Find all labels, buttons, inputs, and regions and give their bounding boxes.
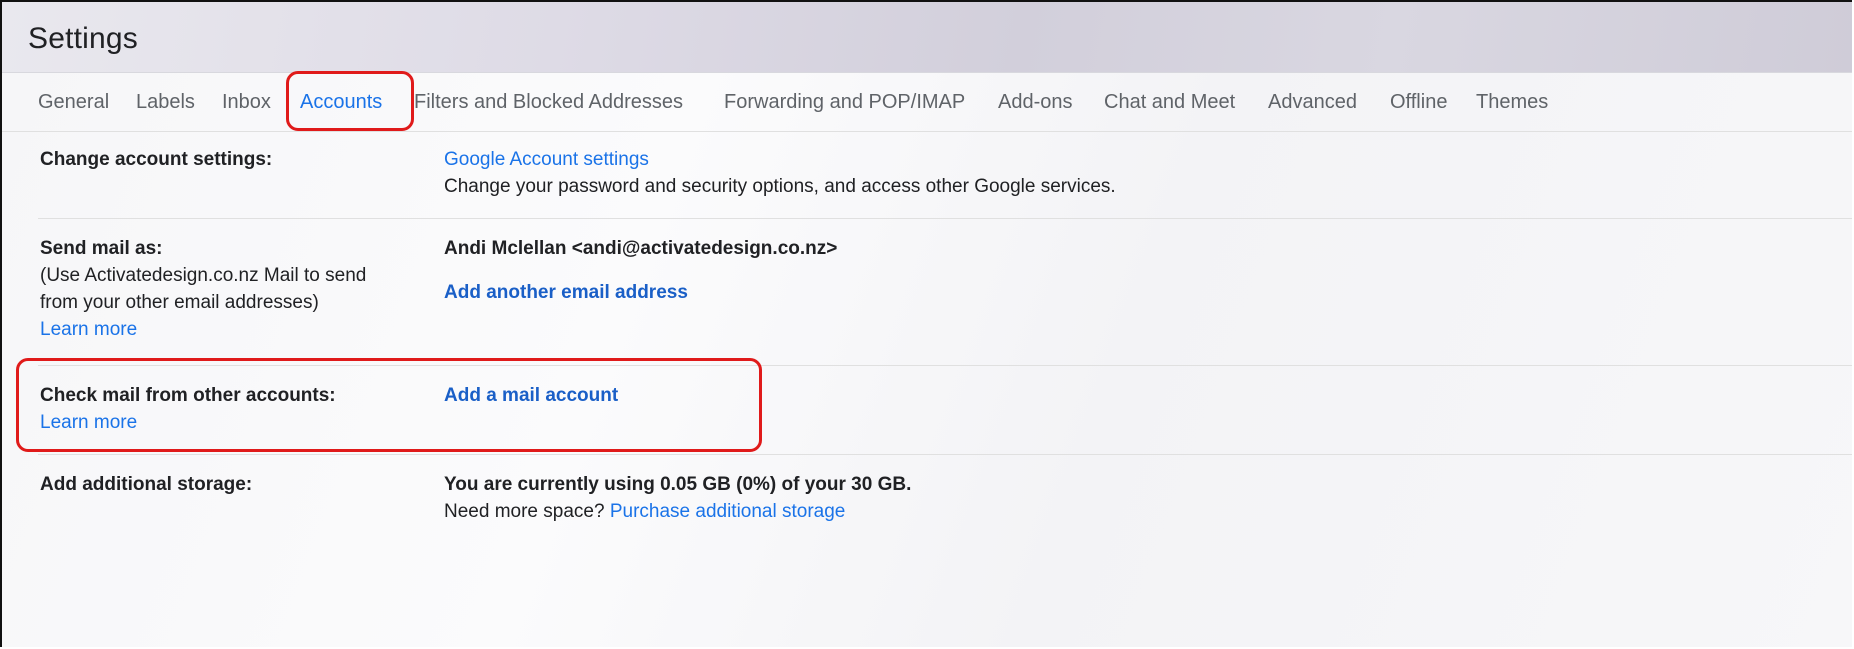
settings-tabs: General Labels Inbox Accounts Filters an… bbox=[2, 73, 1852, 132]
storage-usage-text: You are currently using 0.05 GB (0%) of … bbox=[444, 474, 912, 495]
check-mail-value: Add a mail account bbox=[444, 382, 618, 409]
change-account-row: Change account settings: Google Account … bbox=[38, 132, 1852, 219]
tab-offline[interactable]: Offline bbox=[1390, 91, 1447, 114]
storage-need-more-line: Need more space? Purchase additional sto… bbox=[444, 498, 911, 525]
tab-accounts[interactable]: Accounts bbox=[300, 91, 382, 114]
storage-value: You are currently using 0.05 GB (0%) of … bbox=[444, 471, 911, 525]
add-mail-account-link[interactable]: Add a mail account bbox=[444, 382, 618, 409]
google-account-settings-link[interactable]: Google Account settings bbox=[444, 146, 1116, 173]
send-mail-as-hint-2: from your other email addresses) bbox=[40, 292, 319, 313]
add-another-email-link[interactable]: Add another email address bbox=[444, 279, 837, 306]
storage-row: Add additional storage: You are currentl… bbox=[38, 455, 1852, 545]
sender-address: Andi Mclellan <andi@activatedesign.co.nz… bbox=[444, 238, 838, 259]
tab-filters[interactable]: Filters and Blocked Addresses bbox=[414, 91, 683, 114]
need-more-text: Need more space? bbox=[444, 501, 605, 522]
change-account-description: Change your password and security option… bbox=[444, 176, 1116, 197]
send-mail-as-label-block: Send mail as: (Use Activatedesign.co.nz … bbox=[40, 235, 366, 343]
check-mail-label: Check mail from other accounts: bbox=[40, 385, 336, 406]
tab-inbox[interactable]: Inbox bbox=[222, 91, 271, 114]
send-mail-as-row: Send mail as: (Use Activatedesign.co.nz … bbox=[38, 219, 1852, 366]
settings-header: Settings bbox=[2, 2, 1852, 73]
send-mail-as-value: Andi Mclellan <andi@activatedesign.co.nz… bbox=[444, 235, 837, 306]
storage-label: Add additional storage: bbox=[40, 474, 253, 495]
settings-window: Settings General Labels Inbox Accounts F… bbox=[0, 0, 1852, 647]
tab-general[interactable]: General bbox=[38, 91, 109, 114]
tab-labels[interactable]: Labels bbox=[136, 91, 195, 114]
send-mail-as-hint-1: (Use Activatedesign.co.nz Mail to send bbox=[40, 265, 367, 286]
send-mail-as-label: Send mail as: bbox=[40, 238, 163, 259]
tab-themes[interactable]: Themes bbox=[1476, 91, 1548, 114]
page-title: Settings bbox=[28, 22, 138, 55]
tab-addons[interactable]: Add-ons bbox=[998, 91, 1073, 114]
change-account-label: Change account settings: bbox=[40, 149, 273, 170]
tab-chat-meet[interactable]: Chat and Meet bbox=[1104, 91, 1235, 114]
tab-advanced[interactable]: Advanced bbox=[1268, 91, 1357, 114]
check-mail-learn-more-link[interactable]: Learn more bbox=[40, 409, 336, 436]
check-mail-row: Check mail from other accounts: Learn mo… bbox=[38, 366, 1852, 455]
send-mail-as-learn-more-link[interactable]: Learn more bbox=[40, 316, 366, 343]
tab-forwarding[interactable]: Forwarding and POP/IMAP bbox=[724, 91, 965, 114]
change-account-value: Google Account settings Change your pass… bbox=[444, 146, 1116, 200]
check-mail-label-block: Check mail from other accounts: Learn mo… bbox=[40, 382, 336, 436]
purchase-storage-link[interactable]: Purchase additional storage bbox=[610, 501, 846, 522]
